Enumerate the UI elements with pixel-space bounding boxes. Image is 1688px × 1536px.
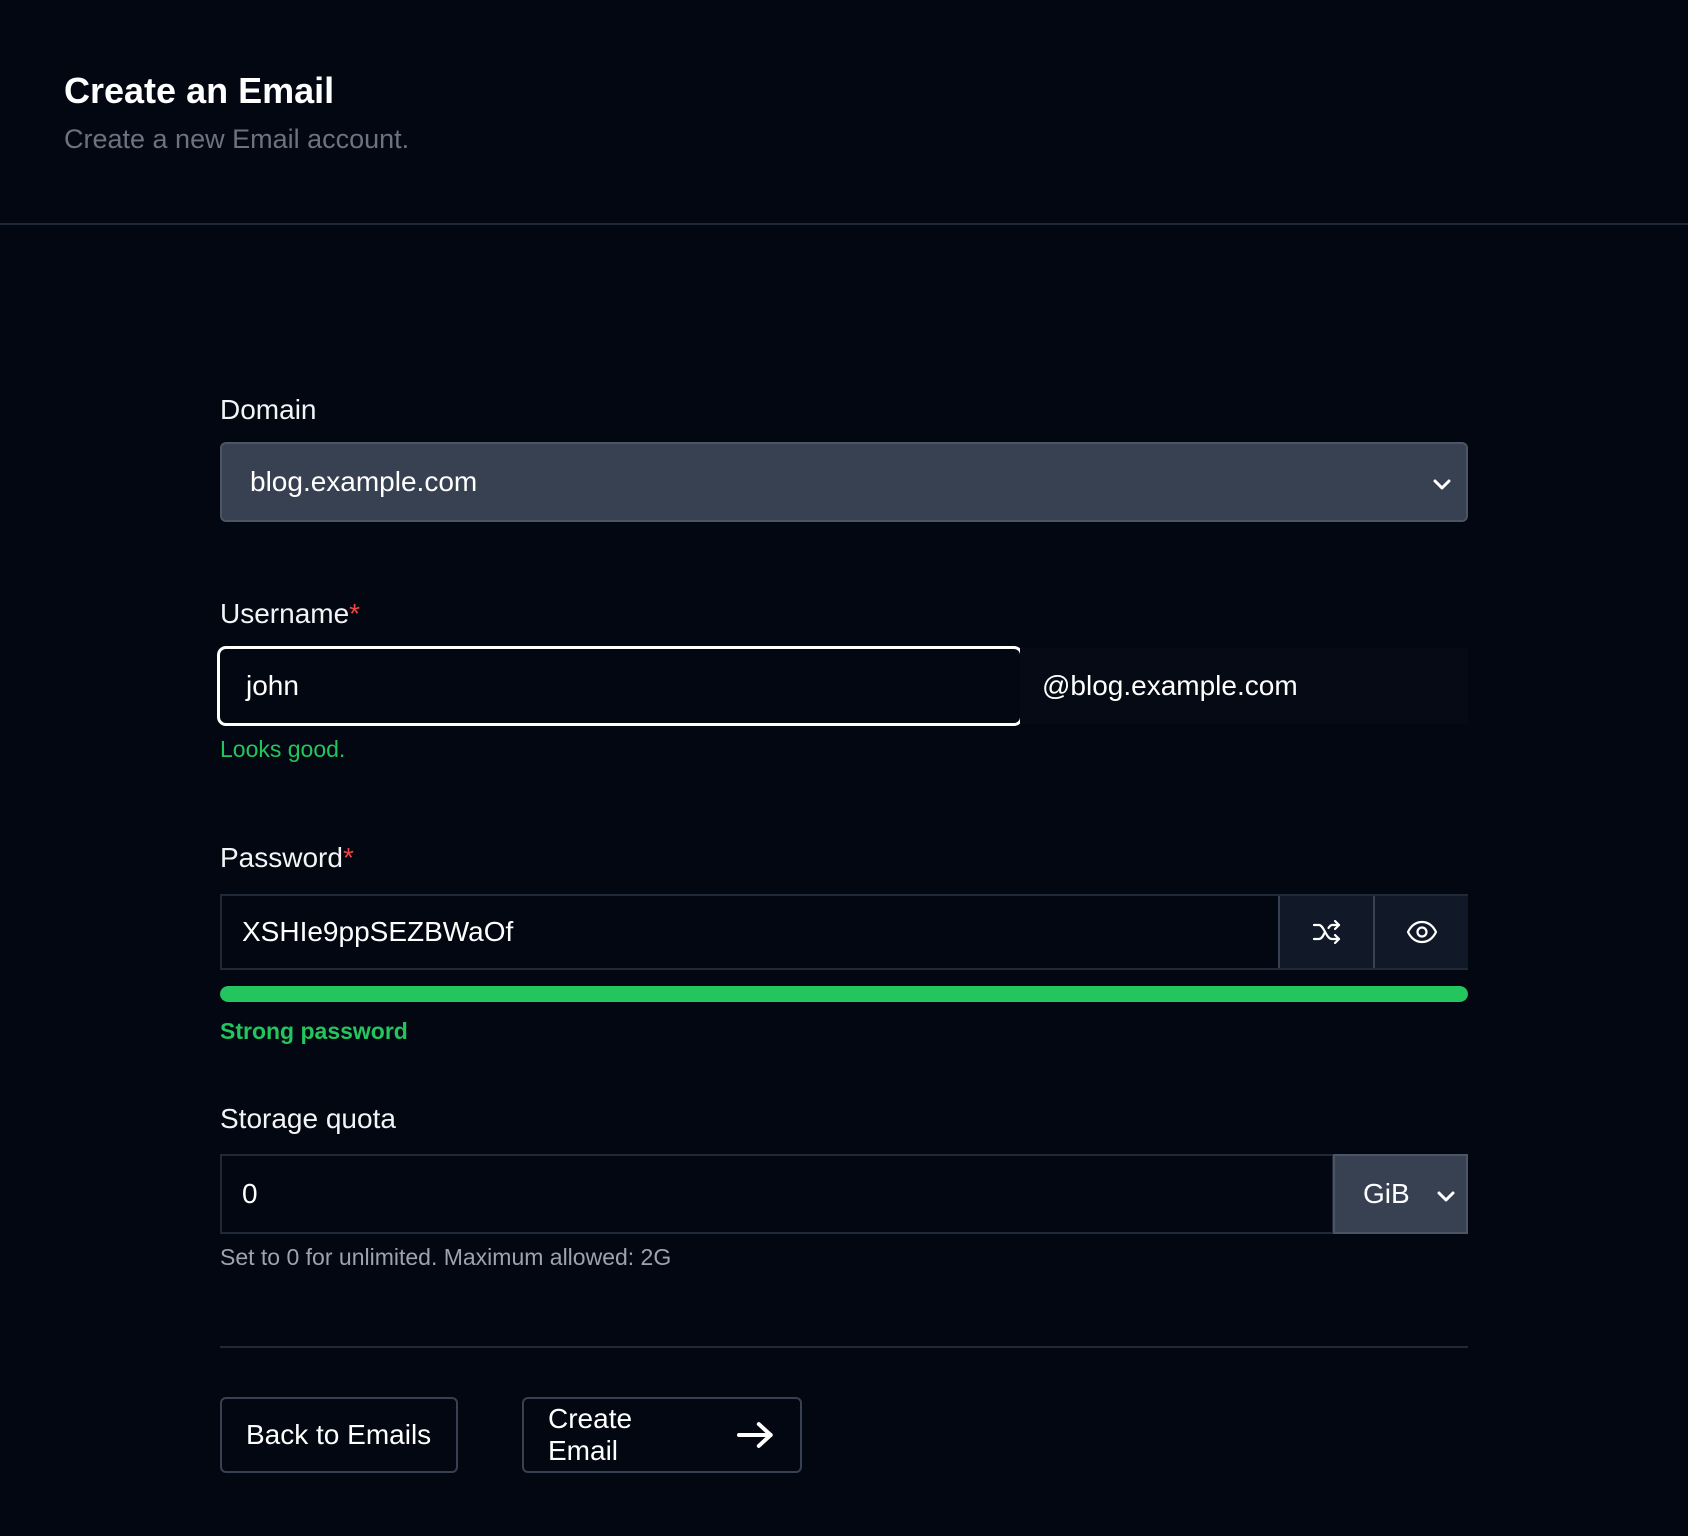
storage-unit-value: GiB bbox=[1363, 1178, 1410, 1209]
generate-password-button[interactable] bbox=[1278, 896, 1373, 968]
storage-quota-help: Set to 0 for unlimited. Maximum allowed:… bbox=[220, 1244, 672, 1270]
username-domain-suffix: @blog.example.com bbox=[1020, 648, 1468, 724]
storage-quota-label: Storage quota bbox=[220, 1103, 396, 1135]
domain-select[interactable]: blog.example.com bbox=[220, 442, 1468, 522]
chevron-down-icon bbox=[1433, 479, 1451, 490]
page-title: Create an Email bbox=[64, 70, 335, 111]
back-button-label: Back to Emails bbox=[246, 1419, 432, 1450]
back-to-emails-button[interactable]: Back to Emails bbox=[220, 1397, 458, 1473]
toggle-password-visibility-button[interactable] bbox=[1373, 896, 1468, 968]
form-divider bbox=[220, 1346, 1468, 1348]
create-email-button[interactable]: Create Email bbox=[522, 1397, 802, 1473]
storage-quota-label-text: Storage quota bbox=[220, 1103, 396, 1134]
username-label: Username* bbox=[220, 598, 360, 630]
domain-label: Domain bbox=[220, 394, 316, 426]
page-subtitle: Create a new Email account. bbox=[64, 124, 410, 154]
password-strength-meter bbox=[220, 986, 1468, 1002]
page-header: Create an Email Create a new Email accou… bbox=[0, 0, 1688, 225]
password-input[interactable]: XSHIe9ppSEZBWaOf bbox=[222, 896, 1278, 968]
chevron-down-icon bbox=[1437, 1191, 1455, 1202]
create-button-label: Create Email bbox=[548, 1403, 633, 1466]
storage-quota-input[interactable]: 0 bbox=[220, 1154, 1334, 1234]
domain-label-text: Domain bbox=[220, 394, 317, 425]
password-value: XSHIe9ppSEZBWaOf bbox=[242, 916, 514, 947]
required-mark: * bbox=[349, 598, 361, 629]
domain-select-value: blog.example.com bbox=[250, 466, 478, 497]
arrow-right-icon bbox=[737, 1422, 774, 1448]
shuffle-icon bbox=[1312, 919, 1340, 945]
storage-quota-value: 0 bbox=[242, 1178, 258, 1209]
username-label-text: Username bbox=[220, 598, 350, 629]
username-input[interactable]: john bbox=[217, 646, 1023, 726]
password-label-text: Password bbox=[220, 842, 343, 873]
username-value: john bbox=[246, 670, 299, 701]
required-mark: * bbox=[342, 842, 354, 873]
password-strength-text: Strong password bbox=[220, 1018, 408, 1044]
password-label: Password* bbox=[220, 842, 354, 874]
password-strength-fill bbox=[220, 986, 1468, 1002]
eye-icon bbox=[1406, 920, 1437, 944]
storage-unit-select[interactable]: GiB bbox=[1333, 1154, 1468, 1234]
username-valid-feedback: Looks good. bbox=[220, 736, 346, 762]
password-group: XSHIe9ppSEZBWaOf bbox=[220, 894, 1468, 970]
username-suffix-text: @blog.example.com bbox=[1042, 670, 1298, 701]
